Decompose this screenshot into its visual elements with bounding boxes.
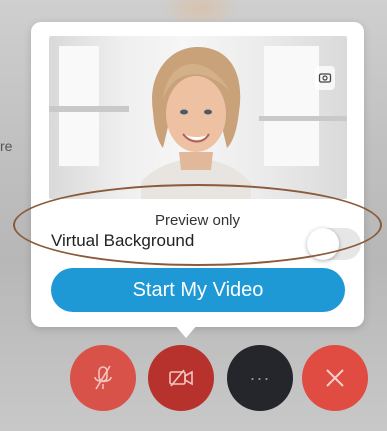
toggle-knob	[307, 228, 339, 260]
mute-button[interactable]	[70, 345, 136, 411]
camera-switch-button[interactable]	[315, 66, 335, 90]
virtual-background-label: Virtual Background	[51, 231, 195, 250]
more-options-button[interactable]: ···	[227, 345, 293, 411]
room-shelf	[259, 116, 347, 121]
virtual-background-row: Virtual Background	[49, 222, 361, 260]
video-button[interactable]	[148, 345, 214, 411]
camera-switch-icon	[318, 73, 332, 83]
video-off-icon	[169, 369, 193, 387]
video-preview	[49, 36, 347, 199]
start-my-video-button[interactable]: Start My Video	[51, 268, 345, 312]
close-icon	[326, 369, 344, 387]
room-shelf	[49, 106, 129, 112]
more-icon: ···	[249, 367, 271, 388]
person-portrait	[141, 46, 251, 199]
video-preview-popover: Preview only Virtual Background Start My…	[31, 22, 364, 327]
leave-button[interactable]	[302, 345, 368, 411]
popover-arrow	[174, 324, 198, 338]
background-text: re	[0, 138, 13, 154]
virtual-background-toggle[interactable]	[307, 228, 361, 260]
muted-microphone-icon	[94, 365, 112, 390]
room-window	[264, 46, 319, 166]
